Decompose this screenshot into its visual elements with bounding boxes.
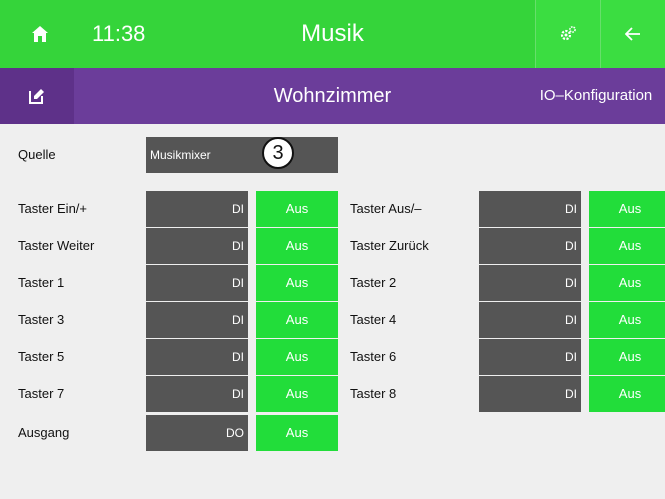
io-type-field[interactable]: DI [479,339,581,375]
io-configuration-button[interactable]: IO–Konfiguration [527,68,665,124]
io-type-field[interactable]: DI [146,265,248,301]
state-button[interactable]: Aus [256,339,338,375]
step-badge: 3 [262,137,294,169]
state-button[interactable]: Aus [589,228,665,264]
row-label: Taster 7 [18,386,65,401]
state-button[interactable]: Aus [256,191,338,227]
room-bar: Wohnzimmer IO–Konfiguration [0,68,665,124]
clock-time: 11:38 [92,21,146,46]
state-button[interactable]: Aus [256,265,338,301]
state-button[interactable]: Aus [256,302,338,338]
row-label: Taster Zurück [350,238,429,253]
row-label: Taster 8 [350,386,397,401]
state-button[interactable]: Aus [256,228,338,264]
io-type-field[interactable]: DI [146,191,248,227]
settings-button[interactable] [536,0,600,68]
io-type-field[interactable]: DI [479,191,581,227]
io-type-field[interactable]: DI [146,302,248,338]
io-type-field[interactable]: DI [146,376,248,412]
home-icon [32,26,48,42]
state-button[interactable]: Aus [589,191,665,227]
row-label: Taster Aus/– [350,201,422,216]
io-type-field[interactable]: DI [479,228,581,264]
edit-button[interactable] [0,68,74,124]
io-type-field[interactable]: DI [146,228,248,264]
edit-icon [29,89,44,104]
state-button[interactable]: Aus [589,302,665,338]
io-type-field[interactable]: DI [479,302,581,338]
io-type-field[interactable]: DI [479,265,581,301]
arrow-left-icon [625,27,640,41]
io-type-field[interactable]: DI [479,376,581,412]
top-bar: 11:38 Musik [0,0,665,68]
row-label: Taster 5 [18,349,65,364]
row-label: Taster 4 [350,312,397,327]
row-label: Taster 1 [18,275,65,290]
state-button[interactable]: Aus [256,376,338,412]
state-button[interactable]: Aus [256,415,338,451]
io-type-field[interactable]: DI [146,339,248,375]
row-label: Taster 2 [350,275,397,290]
row-label: Taster Weiter [18,238,95,253]
row-label: Taster Ein/+ [18,201,88,216]
row-label: Taster 3 [18,312,65,327]
source-label: Quelle [18,147,56,162]
row-label: Taster 6 [350,349,397,364]
state-button[interactable]: Aus [589,265,665,301]
io-type-field[interactable]: DO [146,415,248,451]
back-button[interactable] [601,0,665,68]
state-button[interactable]: Aus [589,339,665,375]
gear-icon [560,26,576,41]
source-select[interactable]: Musikmixer [146,137,338,173]
home-button[interactable] [0,0,80,68]
state-button[interactable]: Aus [589,376,665,412]
row-label: Ausgang [18,425,70,440]
